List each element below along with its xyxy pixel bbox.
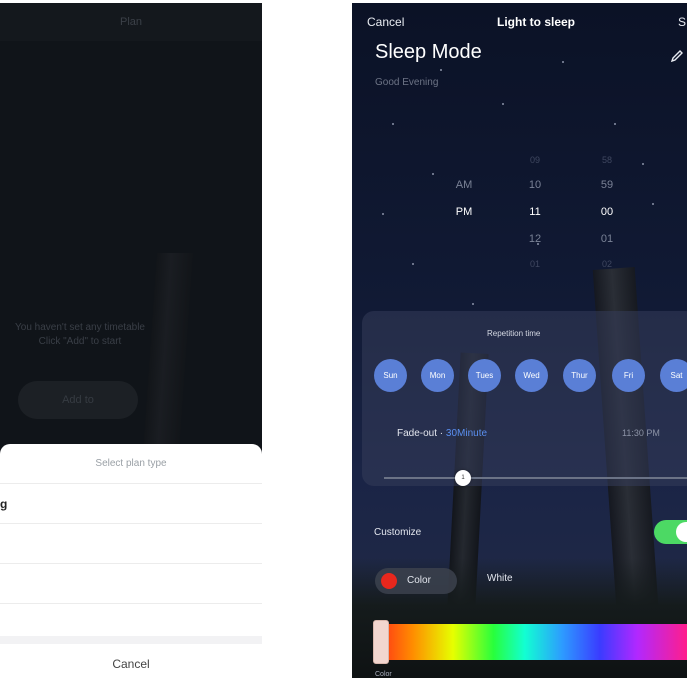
sheet-option-1[interactable]: g — [0, 484, 262, 524]
mode-name: Sleep Mode — [375, 41, 482, 63]
picker-minute-below2[interactable]: 02 — [587, 259, 627, 269]
screen-title: Light to sleep — [497, 15, 575, 29]
sleep-topbar: Cancel Light to sleep S — [352, 11, 687, 33]
day-chip-fri[interactable]: Fri — [612, 359, 645, 392]
color-spectrum-slider[interactable] — [375, 624, 687, 660]
plan-header-title: Plan — [0, 3, 262, 41]
save-button[interactable]: S — [678, 15, 686, 29]
fade-out-prefix: Fade-out · — [397, 428, 446, 439]
empty-state-line2: Click "Add" to start — [38, 336, 122, 347]
sheet-cancel-button[interactable]: Cancel — [0, 644, 262, 678]
day-chip-sat[interactable]: Sat — [660, 359, 687, 392]
fade-out-value: 30Minute — [445, 428, 488, 439]
empty-state-message: You haven't set any timetable Click "Add… — [0, 321, 180, 349]
picker-minute-above2[interactable]: 58 — [587, 155, 627, 165]
day-chip-mon[interactable]: Mon — [421, 359, 454, 392]
day-chip-wed[interactable]: Wed — [515, 359, 548, 392]
sheet-option-4[interactable] — [0, 604, 262, 636]
spectrum-label: Color — [375, 671, 392, 678]
add-plan-button[interactable]: Add to — [18, 381, 138, 419]
empty-state-line1: You haven't set any timetable — [15, 322, 145, 333]
picker-hour-below1[interactable]: 12 — [515, 233, 555, 245]
time-picker[interactable]: AM PM 09 10 11 12 01 58 59 00 01 02 — [352, 143, 687, 283]
day-chip-sun[interactable]: Sun — [374, 359, 407, 392]
day-chip-thur[interactable]: Thur — [563, 359, 596, 392]
plan-screen: Plan You haven't set any timetable Click… — [0, 3, 262, 678]
picker-hour-below2[interactable]: 01 — [515, 259, 555, 269]
sheet-separator — [0, 636, 262, 644]
white-tab-button[interactable]: White — [487, 573, 513, 584]
picker-hour-above1[interactable]: 10 — [515, 179, 555, 191]
day-chip-tues[interactable]: Tues — [468, 359, 501, 392]
sheet-option-3[interactable] — [0, 564, 262, 604]
fade-slider-track[interactable] — [384, 477, 687, 479]
selected-color-dot — [381, 573, 397, 589]
fade-end-time: 11:30 PM — [622, 428, 660, 438]
fade-out-label: Fade-out · 30Minute — [397, 428, 487, 439]
picker-hour-selected[interactable]: 11 — [515, 206, 555, 218]
greeting-text: Good Evening — [375, 77, 439, 88]
picker-minute-below1[interactable]: 01 — [587, 233, 627, 245]
picker-ampm-selected[interactable]: PM — [444, 206, 484, 218]
cancel-button[interactable]: Cancel — [367, 15, 404, 29]
plan-type-sheet: Select plan type g Cancel — [0, 444, 262, 678]
picker-minute-selected[interactable]: 00 — [587, 206, 627, 218]
customize-toggle[interactable] — [654, 520, 687, 544]
picker-hour-above2[interactable]: 09 — [515, 155, 555, 165]
sheet-option-2[interactable] — [0, 524, 262, 564]
color-tab-label: Color — [407, 575, 431, 586]
day-selector: Sun Mon Tues Wed Thur Fri Sat — [374, 359, 687, 393]
color-tab-button[interactable]: Color — [375, 568, 457, 594]
picker-minute-above1[interactable]: 59 — [587, 179, 627, 191]
fade-slider-thumb[interactable]: 1 — [455, 470, 471, 486]
customize-label: Customize — [374, 527, 422, 538]
repetition-title: Repetition time — [487, 329, 541, 338]
picker-ampm-above[interactable]: AM — [444, 179, 484, 191]
spectrum-handle[interactable] — [373, 620, 389, 664]
pencil-icon[interactable] — [670, 49, 684, 63]
sleep-mode-screen: Cancel Light to sleep S Sleep Mode Good … — [352, 3, 687, 678]
toggle-knob — [676, 522, 687, 542]
background-pole — [143, 253, 193, 453]
sheet-title: Select plan type — [0, 444, 262, 484]
